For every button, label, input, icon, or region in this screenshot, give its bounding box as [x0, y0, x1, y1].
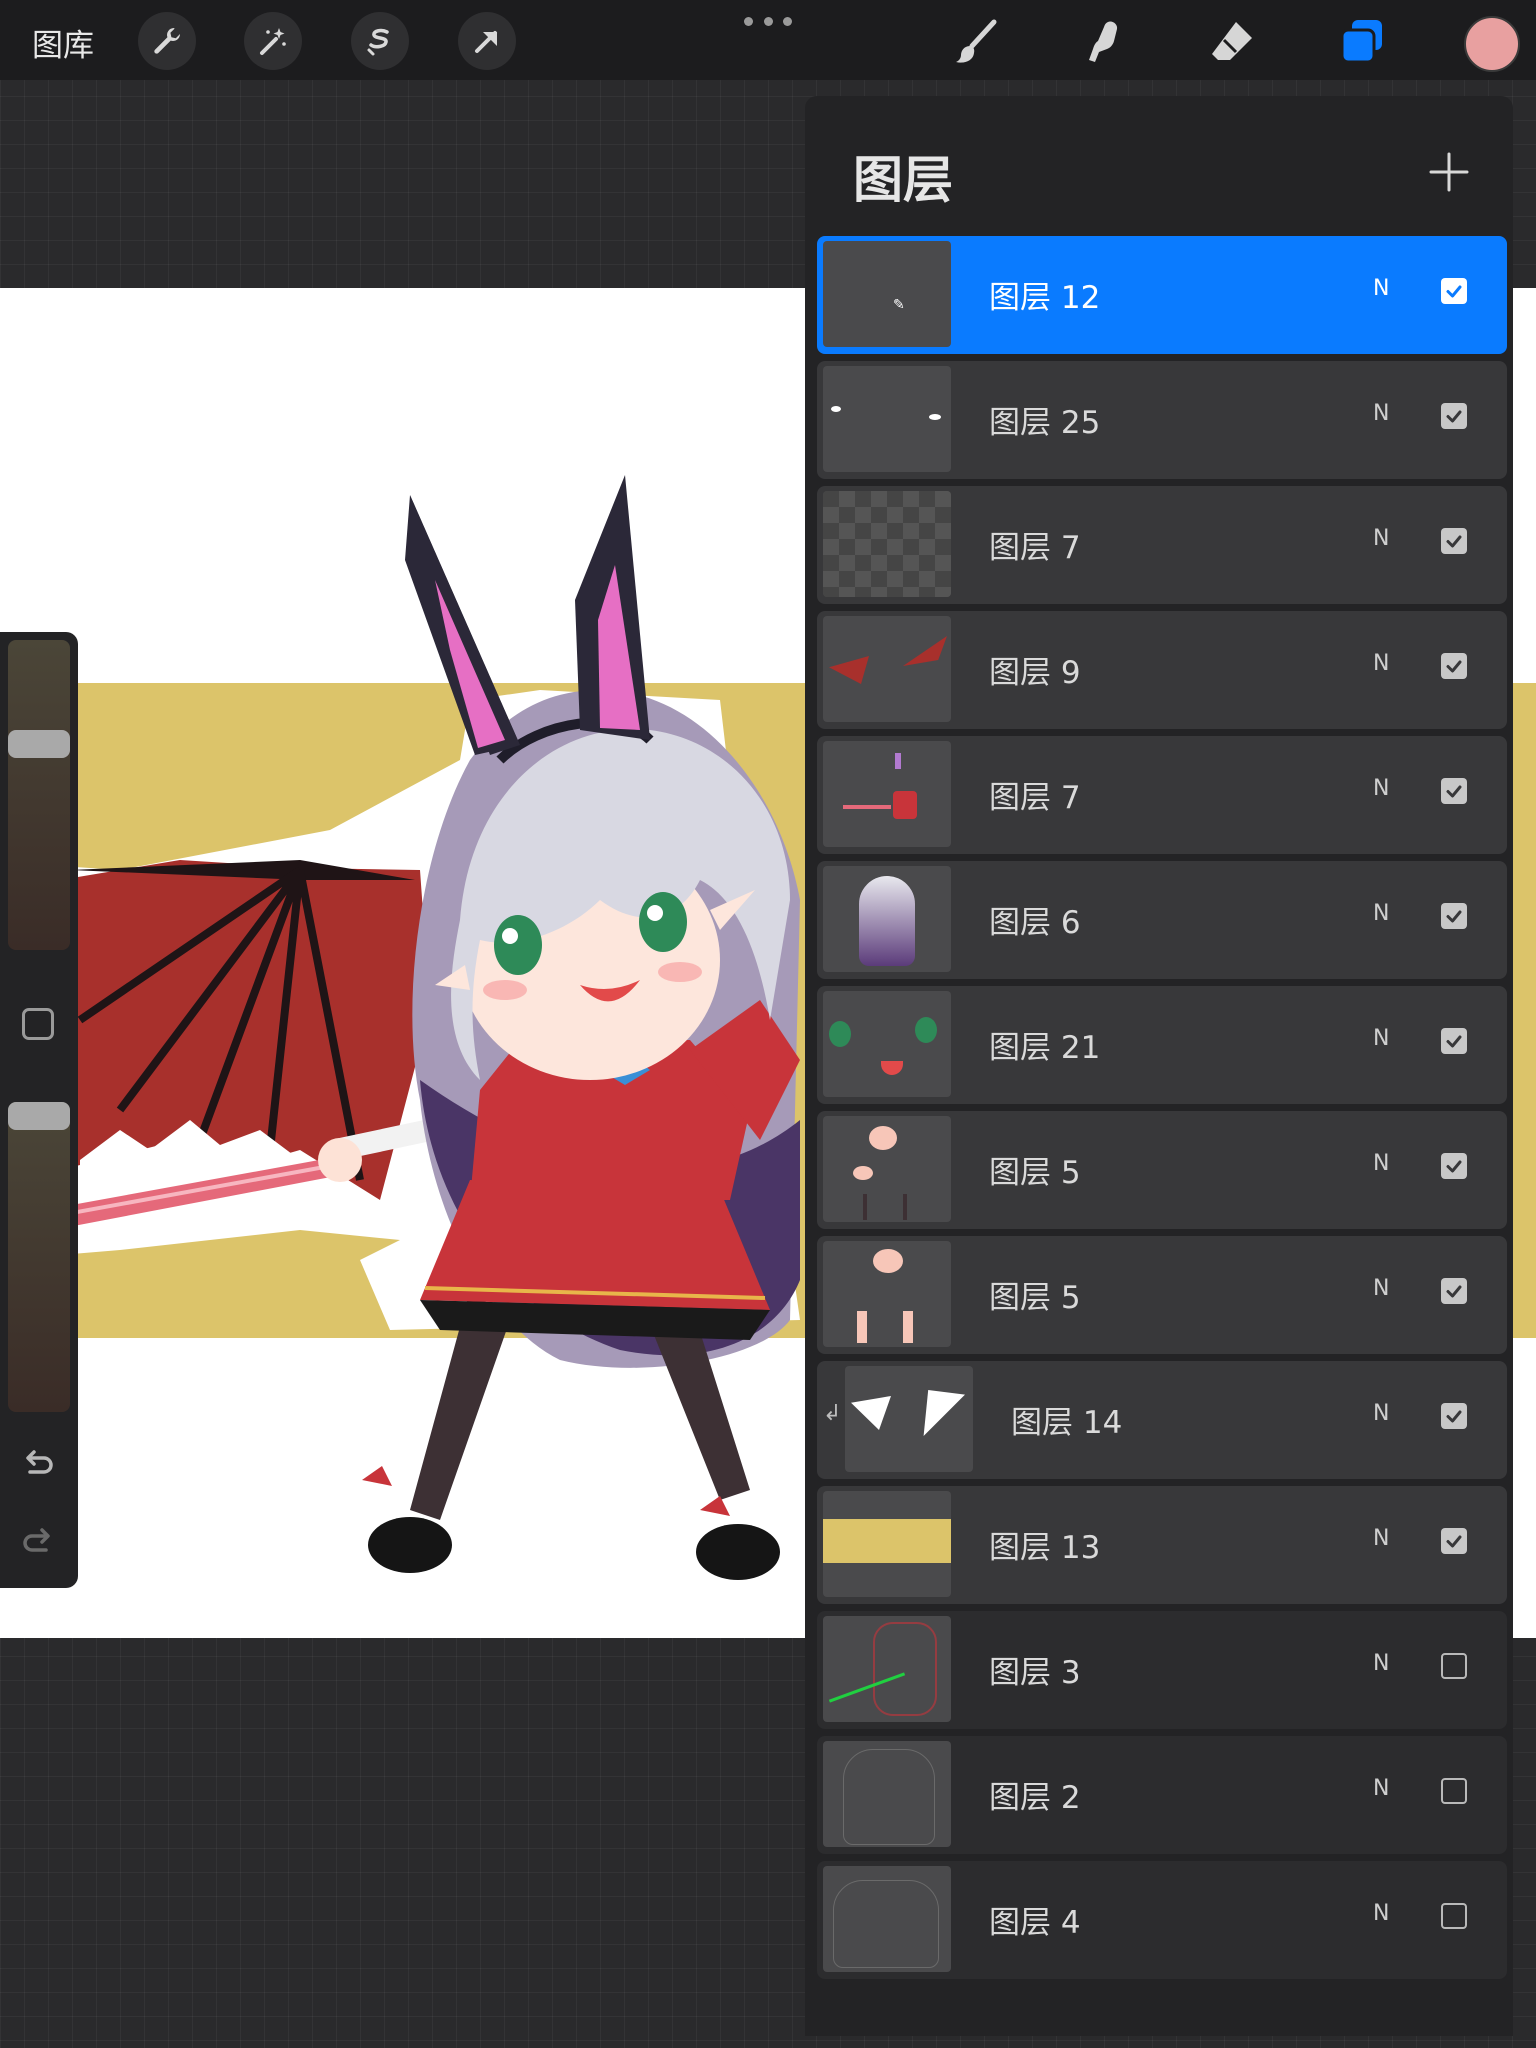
layer-thumbnail[interactable] — [823, 366, 951, 472]
layer-name: 图层 25 — [989, 405, 1101, 441]
layer-name: 图层 4 — [989, 1905, 1081, 1941]
layer-visibility-checkbox[interactable] — [1441, 1403, 1467, 1429]
layer-thumbnail[interactable] — [823, 1116, 951, 1222]
blend-mode-button[interactable]: N — [1373, 776, 1389, 801]
layer-name: 图层 5 — [989, 1155, 1081, 1191]
blend-mode-button[interactable]: N — [1373, 1776, 1389, 1801]
transform-arrow-icon[interactable] — [458, 12, 516, 70]
layer-visibility-checkbox[interactable] — [1441, 778, 1467, 804]
layer-name: 图层 14 — [1011, 1405, 1123, 1441]
layer-visibility-checkbox[interactable] — [1441, 403, 1467, 429]
layer-row[interactable]: 图层 9 N — [817, 611, 1507, 729]
magic-wand-icon[interactable] — [244, 12, 302, 70]
layer-visibility-checkbox[interactable] — [1441, 653, 1467, 679]
layer-row[interactable]: 图层 25 N — [817, 361, 1507, 479]
blend-mode-button[interactable]: N — [1373, 401, 1389, 426]
blend-mode-button[interactable]: N — [1373, 1151, 1389, 1176]
layer-thumbnail[interactable] — [823, 1741, 951, 1847]
layer-thumbnail[interactable] — [823, 991, 951, 1097]
gallery-button[interactable]: 图库 — [32, 20, 94, 65]
blend-mode-button[interactable]: N — [1373, 1026, 1389, 1051]
blend-mode-button[interactable]: N — [1373, 1401, 1389, 1426]
blend-mode-button[interactable]: N — [1373, 1901, 1389, 1926]
wrench-icon[interactable] — [138, 12, 196, 70]
layer-visibility-checkbox[interactable] — [1441, 1028, 1467, 1054]
layer-visibility-checkbox[interactable] — [1441, 903, 1467, 929]
layer-thumbnail[interactable] — [823, 616, 951, 722]
layer-thumbnail[interactable] — [823, 1616, 951, 1722]
modify-button[interactable] — [22, 1008, 54, 1040]
layer-name: 图层 6 — [989, 905, 1081, 941]
layer-name: 图层 7 — [989, 530, 1081, 566]
layer-row[interactable]: ✎ 图层 12 N — [817, 236, 1507, 354]
layer-thumbnail[interactable] — [823, 741, 951, 847]
layer-row[interactable]: 图层 7 N — [817, 486, 1507, 604]
layers-icon[interactable] — [1332, 12, 1392, 72]
layer-row[interactable]: 图层 7 N — [817, 736, 1507, 854]
layer-row[interactable]: 图层 2 N — [817, 1736, 1507, 1854]
blend-mode-button[interactable]: N — [1373, 526, 1389, 551]
top-toolbar: 图库 — [0, 0, 1536, 80]
artwork-shoe-right — [696, 1524, 780, 1580]
layer-thumbnail[interactable] — [823, 1866, 951, 1972]
layer-row[interactable]: ↲ 图层 14 N — [817, 1361, 1507, 1479]
more-options-icon[interactable] — [744, 6, 792, 36]
blend-mode-button[interactable]: N — [1373, 901, 1389, 926]
layer-thumbnail[interactable] — [823, 1491, 951, 1597]
blend-mode-button[interactable]: N — [1373, 651, 1389, 676]
layer-visibility-checkbox[interactable] — [1441, 1778, 1467, 1804]
blend-mode-button[interactable]: N — [1373, 1651, 1389, 1676]
color-picker-swatch[interactable] — [1464, 16, 1520, 72]
layers-panel-title: 图层 — [853, 151, 953, 209]
layer-name: 图层 13 — [989, 1530, 1101, 1566]
layer-visibility-checkbox[interactable] — [1441, 1153, 1467, 1179]
layer-name: 图层 2 — [989, 1780, 1081, 1816]
brush-size-slider[interactable] — [8, 640, 70, 950]
opacity-thumb[interactable] — [8, 1102, 70, 1130]
layer-visibility-checkbox[interactable] — [1441, 528, 1467, 554]
layer-thumbnail[interactable] — [823, 866, 951, 972]
artwork-wing — [60, 860, 430, 1210]
artwork-eye-right — [639, 892, 687, 952]
layer-row[interactable]: 图层 3 N — [817, 1611, 1507, 1729]
layer-name: 图层 5 — [989, 1280, 1081, 1316]
smudge-icon[interactable] — [1074, 12, 1134, 72]
layer-name: 图层 7 — [989, 780, 1081, 816]
brush-size-thumb[interactable] — [8, 730, 70, 759]
blend-mode-button[interactable]: N — [1373, 276, 1389, 301]
layer-name: 图层 12 — [989, 280, 1101, 316]
eraser-icon[interactable] — [1202, 12, 1262, 72]
blend-mode-button[interactable]: N — [1373, 1526, 1389, 1551]
layer-row[interactable]: 图层 6 N — [817, 861, 1507, 979]
layer-visibility-checkbox[interactable] — [1441, 278, 1467, 304]
layer-visibility-checkbox[interactable] — [1441, 1653, 1467, 1679]
opacity-slider[interactable] — [8, 1102, 70, 1412]
layer-row[interactable]: 图层 5 N — [817, 1236, 1507, 1354]
blend-mode-button[interactable]: N — [1373, 1276, 1389, 1301]
left-sidebar — [0, 632, 78, 1588]
layer-visibility-checkbox[interactable] — [1441, 1903, 1467, 1929]
layer-visibility-checkbox[interactable] — [1441, 1278, 1467, 1304]
undo-icon[interactable] — [18, 1444, 58, 1484]
layer-row[interactable]: 图层 5 N — [817, 1111, 1507, 1229]
selection-icon[interactable] — [351, 12, 409, 70]
layer-name: 图层 3 — [989, 1655, 1081, 1691]
layer-row[interactable]: 图层 21 N — [817, 986, 1507, 1104]
layer-name: 图层 21 — [989, 1030, 1101, 1066]
layer-thumbnail[interactable] — [845, 1366, 973, 1472]
layer-name: 图层 9 — [989, 655, 1081, 691]
layers-panel: 图层 ✎ 图层 12 N 图层 25 N 图层 7 N 图层 9 N 图层 7 N 图层 6 N 图层 2… — [805, 96, 1513, 2036]
artwork-shoe-left — [368, 1517, 452, 1573]
redo-icon[interactable] — [18, 1522, 58, 1562]
layer-row[interactable]: 图层 4 N — [817, 1861, 1507, 1979]
layer-thumbnail[interactable] — [823, 1241, 951, 1347]
plus-icon[interactable] — [1425, 148, 1473, 196]
brush-icon[interactable] — [946, 12, 1006, 72]
clipping-mask-icon: ↲ — [823, 1401, 842, 1426]
artwork-eye-left — [494, 915, 542, 975]
layer-visibility-checkbox[interactable] — [1441, 1528, 1467, 1554]
layer-thumbnail[interactable]: ✎ — [823, 241, 951, 347]
layer-row[interactable]: 图层 13 N — [817, 1486, 1507, 1604]
layer-thumbnail[interactable] — [823, 491, 951, 597]
